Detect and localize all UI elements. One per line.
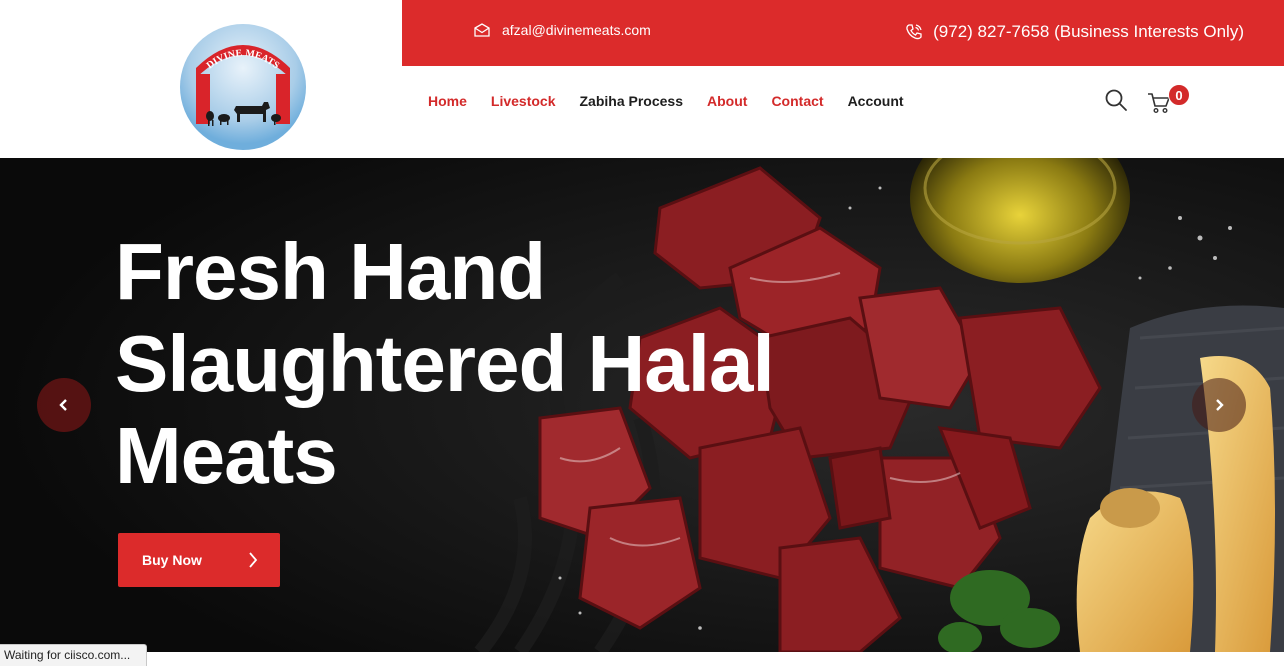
- phone-text: (972) 827-7658 (Business Interests Only): [933, 22, 1244, 41]
- hero-slider: Fresh Hand Slaughtered Halal Meats Buy N…: [0, 158, 1284, 652]
- phone-icon: [906, 24, 922, 40]
- email-contact[interactable]: afzal@divinemeats.com: [474, 22, 651, 38]
- search-button[interactable]: [1104, 88, 1130, 114]
- hero-title-line-3: Meats: [115, 411, 338, 500]
- search-icon: [1105, 89, 1127, 111]
- email-text: afzal@divinemeats.com: [502, 22, 651, 38]
- nav-livestock[interactable]: Livestock: [491, 93, 556, 109]
- email-icon: [474, 23, 490, 37]
- chevron-right-icon: [249, 552, 258, 568]
- nav-account[interactable]: Account: [848, 93, 904, 109]
- nav-zabiha-process[interactable]: Zabiha Process: [580, 93, 684, 109]
- nav-home[interactable]: Home: [428, 93, 467, 109]
- cart-count-badge: 0: [1168, 84, 1190, 106]
- buy-now-label: Buy Now: [142, 552, 202, 568]
- slider-next-button[interactable]: [1192, 378, 1246, 432]
- site-logo[interactable]: DIVINE MEATS: [178, 22, 308, 152]
- page-bottom-strip: [0, 652, 1284, 665]
- chevron-right-icon: [1216, 399, 1224, 411]
- logo-image: DIVINE MEATS: [180, 24, 306, 150]
- hero-title-line-1: Fresh Hand: [115, 227, 546, 316]
- nav-contact[interactable]: Contact: [771, 93, 823, 109]
- site-header: DIVINE MEATS afzal@divinemeats.com (972)…: [0, 0, 1284, 158]
- phone-contact[interactable]: (972) 827-7658 (Business Interests Only): [905, 22, 1244, 42]
- cart-button[interactable]: 0: [1146, 84, 1190, 116]
- hero-title-line-2: Slaughtered Halal: [115, 319, 775, 408]
- main-nav: Home Livestock Zabiha Process About Cont…: [428, 93, 928, 109]
- chevron-left-icon: [59, 399, 67, 411]
- hero-title: Fresh Hand Slaughtered Halal Meats: [115, 226, 815, 502]
- top-contact-bar: afzal@divinemeats.com (972) 827-7658 (Bu…: [402, 0, 1284, 66]
- browser-status-bar: Waiting for ciisco.com...: [0, 644, 148, 666]
- buy-now-button[interactable]: Buy Now: [118, 533, 280, 587]
- nav-about[interactable]: About: [707, 93, 747, 109]
- slider-prev-button[interactable]: [37, 378, 91, 432]
